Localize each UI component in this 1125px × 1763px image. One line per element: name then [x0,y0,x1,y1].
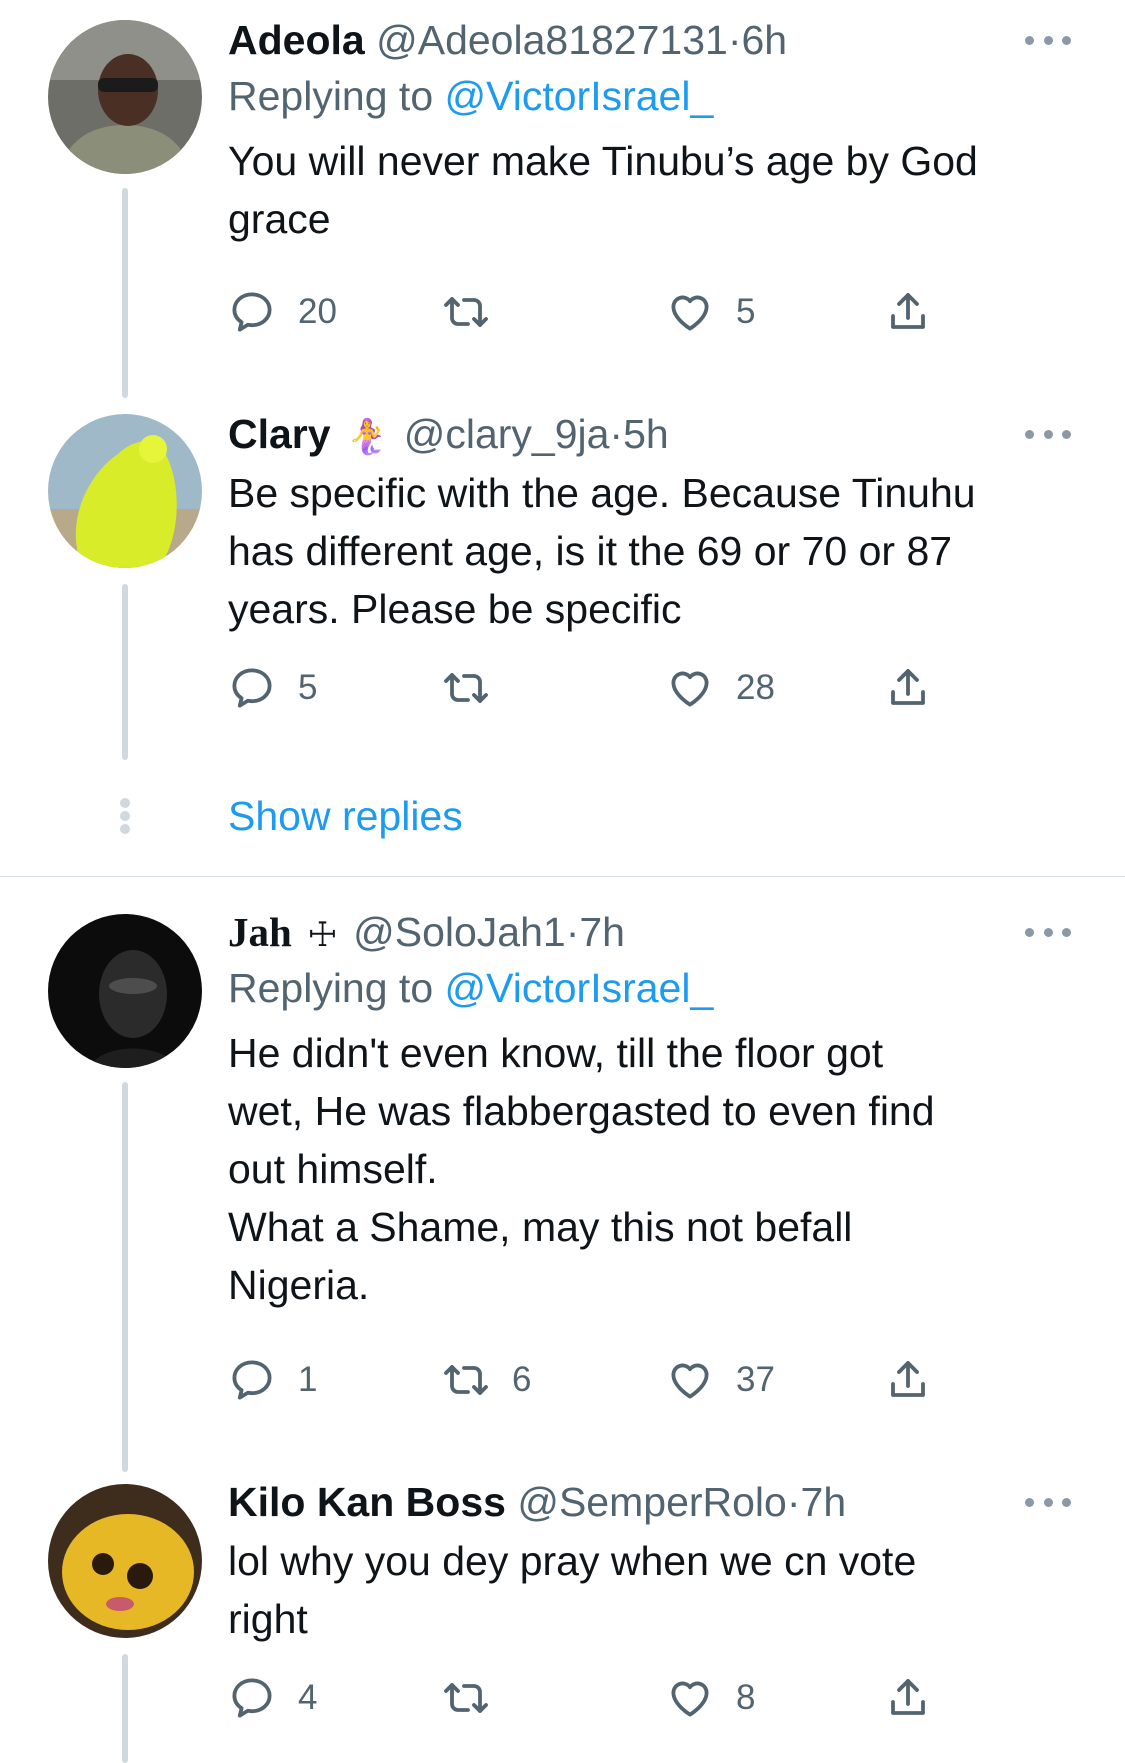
reply-icon [228,1356,276,1404]
like-count: 37 [736,1360,775,1399]
thread-line [122,188,128,398]
tweet-header: Adeola @Adeola81827131·6h [228,14,1071,66]
share-button[interactable] [884,1350,932,1410]
replying-prefix: Replying to [228,73,445,119]
divider [0,876,1125,877]
thread-line [122,1654,128,1763]
retweet-button[interactable] [442,282,512,342]
separator-dot: · [565,909,580,955]
tweet-header: Clary 🧜‍♀️ @clary_9ja·5h [228,408,1071,460]
more-icon[interactable] [1025,30,1071,50]
share-icon [884,288,932,336]
heart-icon [666,1674,714,1722]
tweet-header: Kilo Kan Boss @SemperRolo·7h [228,1476,1071,1528]
show-replies-link[interactable]: Show replies [228,790,463,842]
thread-line [122,584,128,760]
user-handle[interactable]: @clary_9ja [404,411,610,457]
reply-count: 5 [298,668,318,707]
heart-icon [666,288,714,336]
like-button[interactable]: 8 [666,1668,755,1728]
user-handle[interactable]: @Adeola81827131 [376,17,728,63]
avatar-image [48,914,202,1068]
tweet-actions: 1 6 37 [228,1350,948,1410]
tweet-text: You will never make Tinubu’s age by God … [228,138,978,242]
retweet-button[interactable] [442,658,512,718]
share-button[interactable] [884,1668,932,1728]
separator-dot: · [609,411,624,457]
thread-ellipsis-icon [119,798,131,834]
user-handle[interactable]: @SoloJah1 [353,909,566,955]
cross-icon: ☩ [307,916,338,954]
reply-count: 4 [298,1678,318,1717]
replying-to-link[interactable]: @VictorIsrael_ [445,73,714,119]
more-icon[interactable] [1025,1492,1071,1512]
display-name[interactable]: Jah [228,909,292,955]
like-count: 8 [736,1678,756,1717]
replying-prefix: Replying to [228,965,445,1011]
avatar-image [48,20,202,174]
separator-dot: · [786,1479,801,1525]
reply-icon [228,664,276,712]
display-name[interactable]: Clary [228,411,331,457]
tweet-text: He didn't even know, till the floor got … [228,1030,935,1308]
reply-button[interactable]: 5 [228,658,317,718]
share-icon [884,664,932,712]
mermaid-icon: 🧜‍♀️ [345,418,389,456]
replying-to: Replying to @VictorIsrael_ [228,958,1071,1018]
retweet-icon [442,1356,490,1404]
avatar[interactable] [48,20,202,174]
share-button[interactable] [884,658,932,718]
tweet-actions: 20 5 [228,282,948,342]
avatar[interactable] [48,414,202,568]
tweet-header: Jah ☩ @SoloJah1·7h [228,906,1071,958]
thread-line [122,1082,128,1472]
timestamp[interactable]: 7h [801,1479,847,1525]
tweet-actions: 4 8 [228,1668,948,1728]
retweet-icon [442,664,490,712]
more-icon[interactable] [1025,424,1071,444]
retweet-button[interactable] [442,1668,512,1728]
like-button[interactable]: 37 [666,1350,775,1410]
avatar-image [48,1484,202,1638]
share-icon [884,1674,932,1722]
avatar-image [48,414,202,568]
like-button[interactable]: 28 [666,658,775,718]
reply-button[interactable]: 4 [228,1668,317,1728]
avatar[interactable] [48,914,202,1068]
share-icon [884,1356,932,1404]
replying-to-link[interactable]: @VictorIsrael_ [445,965,714,1011]
retweet-icon [442,1674,490,1722]
reply-count: 1 [298,1360,318,1399]
share-button[interactable] [884,282,932,342]
heart-icon [666,1356,714,1404]
reply-button[interactable]: 20 [228,282,337,342]
replying-to: Replying to @VictorIsrael_ [228,66,1071,126]
user-handle[interactable]: @SemperRolo [517,1479,787,1525]
retweet-icon [442,288,490,336]
tweet-actions: 5 28 [228,658,948,718]
display-name[interactable]: Adeola [228,17,365,63]
like-count: 5 [736,292,756,331]
retweet-count: 6 [512,1360,532,1399]
reply-icon [228,1674,276,1722]
reply-button[interactable]: 1 [228,1350,317,1410]
avatar[interactable] [48,1484,202,1638]
timestamp[interactable]: 6h [741,17,787,63]
reply-icon [228,288,276,336]
like-button[interactable]: 5 [666,282,755,342]
more-icon[interactable] [1025,922,1071,942]
timestamp[interactable]: 7h [579,909,625,955]
tweet-text: Be specific with the age. Because Tinuhu… [228,470,976,632]
timestamp[interactable]: 5h [623,411,669,457]
heart-icon [666,664,714,712]
separator-dot: · [727,17,742,63]
retweet-button[interactable]: 6 [442,1350,531,1410]
display-name[interactable]: Kilo Kan Boss [228,1479,506,1525]
like-count: 28 [736,668,775,707]
tweet-text: lol why you dey pray when we cn vote rig… [228,1538,917,1642]
reply-count: 20 [298,292,337,331]
